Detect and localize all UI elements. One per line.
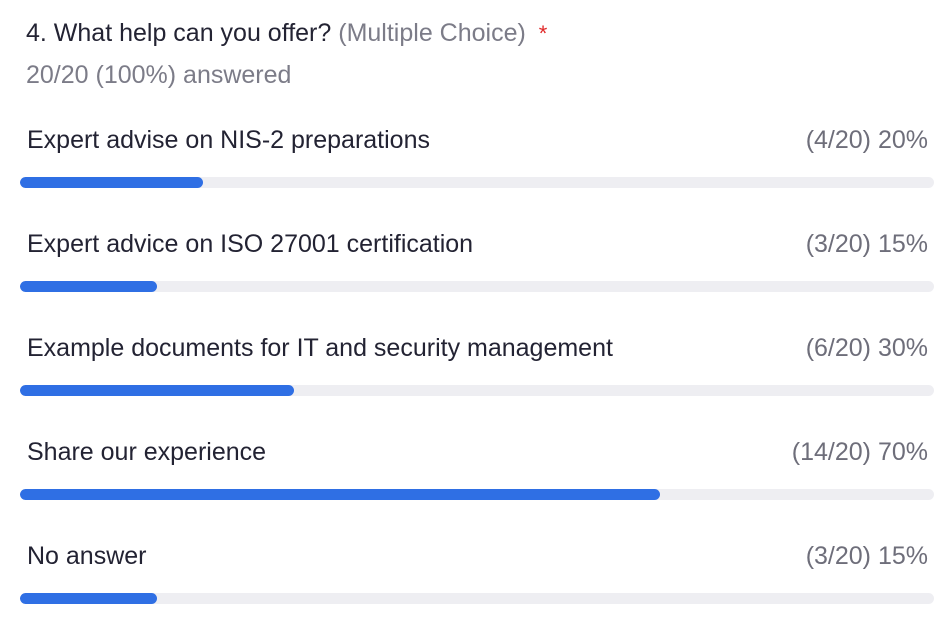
question-title-text: 4. What help can you offer? (26, 19, 332, 47)
option-row: Share our experience (14/20) 70% (20, 432, 934, 536)
required-marker: * (538, 21, 548, 46)
option-stat: (14/20) 70% (791, 438, 928, 466)
options-list: Expert advise on NIS-2 preparations (4/2… (20, 120, 934, 640)
option-row: Expert advice on ISO 27001 certification… (20, 224, 934, 328)
option-bar-track (20, 281, 934, 292)
option-bar-fill (20, 489, 660, 500)
option-row: No answer (3/20) 15% (20, 536, 934, 640)
option-label: No answer (27, 542, 147, 570)
option-bar-fill (20, 593, 158, 604)
question-type-label: (Multiple Choice) (338, 19, 526, 47)
option-stat: (4/20) 20% (805, 126, 928, 154)
option-stat: (3/20) 15% (805, 230, 928, 258)
option-label: Expert advice on ISO 27001 certification (27, 230, 474, 258)
option-bar-fill (20, 281, 158, 292)
option-label: Expert advise on NIS-2 preparations (27, 126, 430, 154)
answered-count: 20/20 (100%) answered (26, 61, 292, 89)
option-bar-track (20, 385, 934, 396)
option-bar-track (20, 489, 934, 500)
option-stat: (6/20) 30% (805, 334, 928, 362)
option-stat: (3/20) 15% (805, 542, 928, 570)
question-title: 4. What help can you offer? (Multiple Ch… (26, 16, 547, 51)
option-bar-fill (20, 385, 295, 396)
option-row: Expert advise on NIS-2 preparations (4/2… (20, 120, 934, 224)
option-label: Example documents for IT and security ma… (27, 334, 613, 362)
option-bar-track (20, 593, 934, 604)
option-bar-track (20, 177, 934, 188)
option-label: Share our experience (27, 438, 267, 466)
option-bar-fill (20, 177, 203, 188)
question-results-card: 4. What help can you offer? (Multiple Ch… (0, 0, 952, 642)
option-row: Example documents for IT and security ma… (20, 328, 934, 432)
